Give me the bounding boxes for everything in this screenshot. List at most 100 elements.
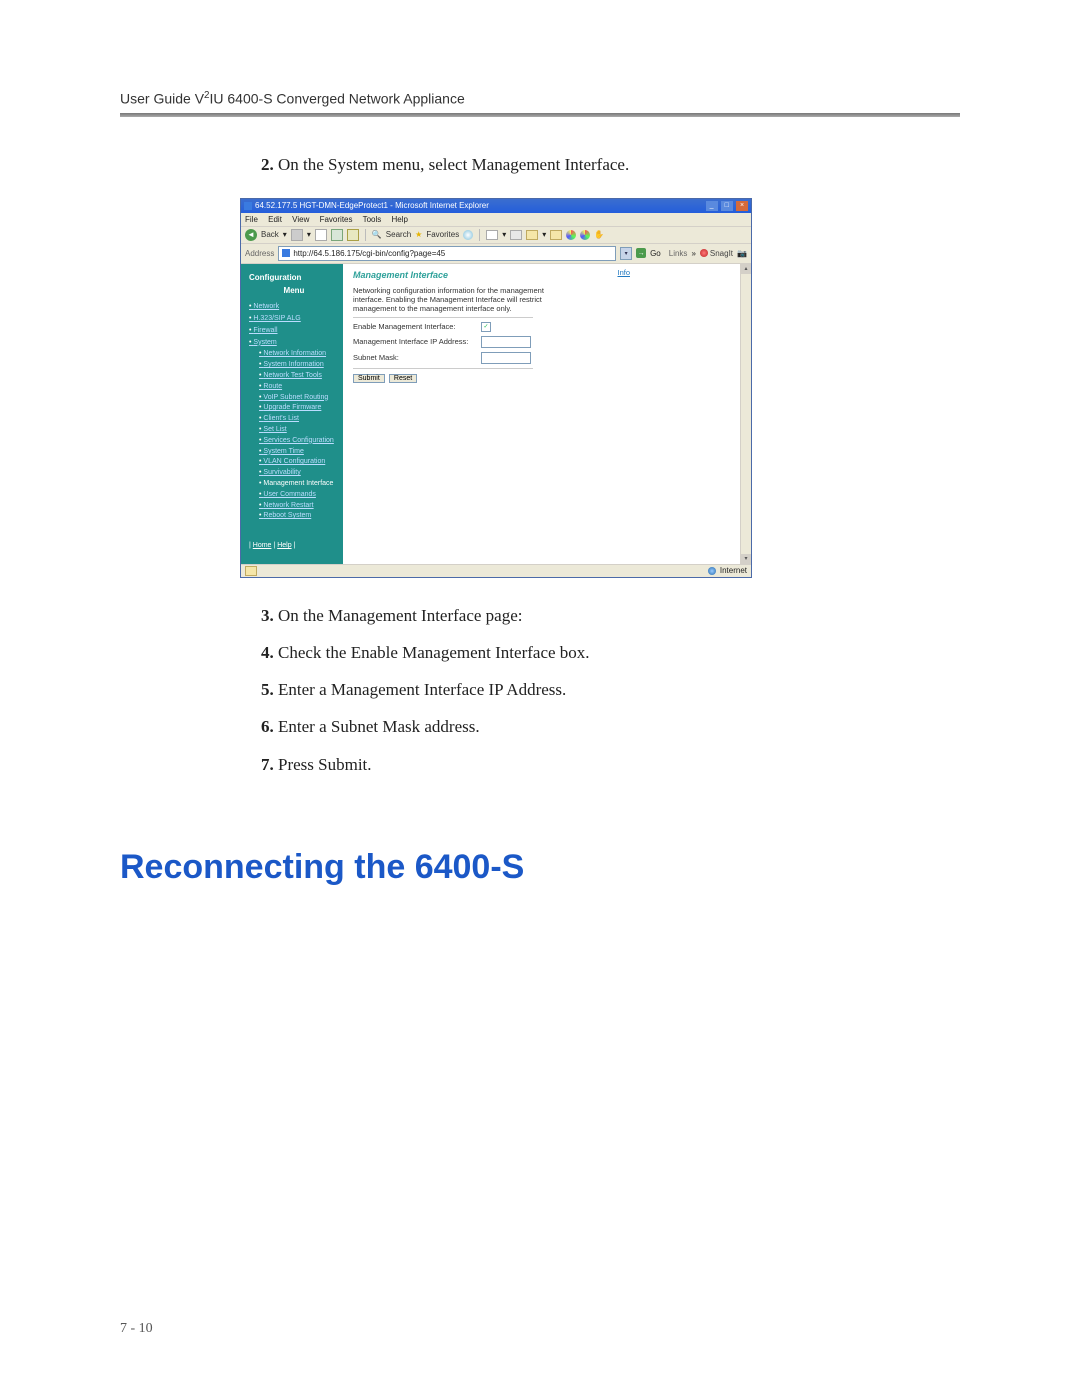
ie-toolbar: ◄ Back ▾ ▾ 🔍 Search ★ Favorites ▾ ▾	[241, 227, 751, 244]
menu-help[interactable]: Help	[392, 215, 408, 224]
back-dropdown-icon[interactable]: ▾	[283, 230, 287, 239]
mail-dropdown-icon[interactable]: ▾	[502, 230, 506, 239]
sidebar-top-firewall[interactable]: Firewall	[249, 326, 339, 336]
folder-icon[interactable]	[550, 230, 562, 240]
mask-label: Subnet Mask:	[353, 353, 473, 362]
content-heading: Management Interface	[353, 270, 730, 280]
home-icon[interactable]	[347, 229, 359, 241]
edit-dropdown-icon[interactable]: ▾	[542, 230, 546, 239]
menu-edit[interactable]: Edit	[268, 215, 282, 224]
sidebar-sub-item[interactable]: System Time	[259, 447, 339, 457]
menu-file[interactable]: File	[245, 215, 258, 224]
sidebar-sub-item[interactable]: System Information	[259, 360, 339, 370]
sidebar-home-link[interactable]: Home	[253, 542, 272, 549]
page-icon	[282, 249, 290, 257]
step-item: Press Submit.	[278, 751, 960, 778]
search-label[interactable]: Search	[386, 230, 411, 239]
go-label[interactable]: Go	[650, 249, 661, 258]
step-list-lower: On the Management Interface page: Check …	[250, 602, 960, 778]
history-icon[interactable]	[463, 230, 473, 240]
snagit-extra-icon[interactable]: 📷	[737, 249, 747, 258]
content-divider	[353, 317, 533, 318]
menu-view[interactable]: View	[292, 215, 309, 224]
research-icon[interactable]	[580, 230, 590, 240]
page-number: 7 - 10	[120, 1321, 153, 1337]
links-chevron-icon[interactable]: »	[691, 249, 695, 258]
sidebar-title: Configuration	[249, 272, 339, 283]
menu-tools[interactable]: Tools	[363, 215, 382, 224]
sidebar-top-network[interactable]: Network	[249, 302, 339, 312]
config-sidebar: Configuration Menu Network H.323/SIP ALG…	[241, 264, 343, 564]
back-label[interactable]: Back	[261, 230, 279, 239]
close-icon[interactable]: ×	[736, 201, 748, 211]
discuss-icon[interactable]	[566, 230, 576, 240]
mail-icon[interactable]	[486, 230, 498, 240]
sidebar-sub-item[interactable]: Upgrade Firmware	[259, 403, 339, 413]
address-dropdown-icon[interactable]: ▾	[620, 247, 632, 260]
forward-dropdown-icon[interactable]: ▾	[307, 230, 311, 239]
maximize-icon[interactable]: □	[721, 201, 733, 211]
sidebar-sub-item[interactable]: Set List	[259, 425, 339, 435]
favorites-label[interactable]: Favorites	[426, 230, 459, 239]
sidebar-sub-current[interactable]: Management Interface	[259, 479, 339, 489]
sidebar-help-link[interactable]: Help	[277, 542, 291, 549]
ie-menubar: File Edit View Favorites Tools Help	[241, 213, 751, 227]
edit-icon[interactable]	[526, 230, 538, 240]
sidebar-sub-item[interactable]: VoIP Subnet Routing	[259, 393, 339, 403]
step-item: On the Management Interface page:	[278, 602, 960, 629]
document-page: User Guide V2IU 6400-S Converged Network…	[0, 0, 1080, 1397]
body-content: On the System menu, select Management In…	[250, 151, 960, 778]
mask-input[interactable]	[481, 352, 531, 364]
sidebar-sub-item[interactable]: Services Configuration	[259, 436, 339, 446]
menu-favorites[interactable]: Favorites	[320, 215, 353, 224]
print-icon[interactable]	[510, 230, 522, 240]
sidebar-top-h323[interactable]: H.323/SIP ALG	[249, 314, 339, 324]
ie-window: 64.52.177.5 HGT-DMN-EdgeProtect1 - Micro…	[240, 198, 752, 578]
ie-titlebar: 64.52.177.5 HGT-DMN-EdgeProtect1 - Micro…	[241, 199, 751, 213]
info-link[interactable]: Info	[617, 268, 630, 277]
sidebar-top-system[interactable]: System	[249, 338, 339, 348]
sidebar-sub-item[interactable]: Network Information	[259, 349, 339, 359]
status-left-icon	[245, 566, 257, 576]
ip-input[interactable]	[481, 336, 531, 348]
links-label[interactable]: Links	[669, 249, 688, 258]
address-input[interactable]: http://64.5.186.175/cgi-bin/config?page=…	[278, 246, 616, 261]
snagit-label: SnagIt	[710, 249, 733, 258]
ip-label: Management Interface IP Address:	[353, 337, 473, 346]
window-controls: _ □ ×	[705, 200, 748, 211]
sidebar-sub-item[interactable]: VLAN Configuration	[259, 457, 339, 467]
sidebar-sub-item[interactable]: Route	[259, 382, 339, 392]
ie-logo-icon	[244, 202, 252, 210]
back-icon[interactable]: ◄	[245, 229, 257, 241]
snagit-toolbar[interactable]: SnagIt	[700, 249, 733, 258]
ie-title-text: 64.52.177.5 HGT-DMN-EdgeProtect1 - Micro…	[255, 201, 489, 210]
stop-icon[interactable]	[315, 229, 327, 241]
ie-viewport: Configuration Menu Network H.323/SIP ALG…	[241, 264, 751, 564]
sidebar-sub-item[interactable]: Reboot System	[259, 511, 339, 521]
favorites-icon[interactable]: ★	[415, 230, 422, 239]
sidebar-subtitle: Menu	[249, 285, 339, 296]
messenger-icon[interactable]: ✋	[594, 230, 604, 239]
submit-button[interactable]: Submit	[353, 374, 385, 383]
forward-icon[interactable]	[291, 229, 303, 241]
scrollbar-vertical[interactable]: ▴ ▾	[740, 264, 751, 564]
enable-checkbox[interactable]: ✓	[481, 322, 491, 332]
sidebar-sub-item[interactable]: Network Restart	[259, 501, 339, 511]
globe-icon	[708, 567, 716, 575]
enable-label: Enable Management Interface:	[353, 322, 473, 331]
header-rule	[120, 113, 960, 117]
sidebar-sub-item[interactable]: Survivability	[259, 468, 339, 478]
content-description: Networking configuration information for…	[353, 286, 548, 313]
go-icon[interactable]: →	[636, 248, 646, 258]
scroll-up-icon[interactable]: ▴	[741, 264, 751, 274]
minimize-icon[interactable]: _	[706, 201, 718, 211]
scroll-down-icon[interactable]: ▾	[741, 554, 751, 564]
sidebar-sub-item[interactable]: User Commands	[259, 490, 339, 500]
search-icon[interactable]: 🔍	[372, 230, 382, 239]
reset-button[interactable]: Reset	[389, 374, 417, 383]
ie-addressbar: Address http://64.5.186.175/cgi-bin/conf…	[241, 244, 751, 264]
sidebar-sub-item[interactable]: Network Test Tools	[259, 371, 339, 381]
sidebar-sub-item[interactable]: Client's List	[259, 414, 339, 424]
refresh-icon[interactable]	[331, 229, 343, 241]
running-header: User Guide V2IU 6400-S Converged Network…	[120, 90, 960, 107]
